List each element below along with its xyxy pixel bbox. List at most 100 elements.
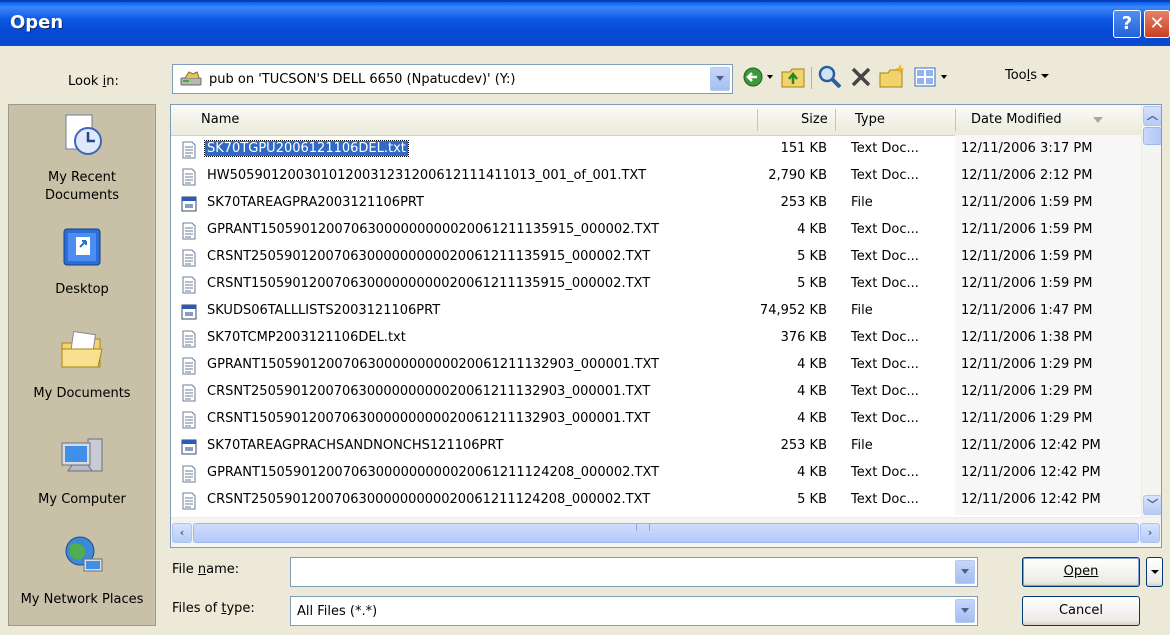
vertical-scroll-thumb[interactable] bbox=[1143, 127, 1161, 145]
column-divider[interactable] bbox=[757, 109, 758, 131]
file-row[interactable]: CRSNT15059012007063000000000020061211132… bbox=[171, 407, 1141, 433]
file-name-cell: SK70TAREAGPRACHSANDNONCHS121106PRT bbox=[207, 438, 504, 453]
close-button[interactable]: ✕ bbox=[1144, 10, 1170, 38]
file-name-cell: CRSNT15059012007063000000000020061211132… bbox=[207, 411, 651, 426]
back-icon[interactable] bbox=[742, 62, 776, 92]
file-type-cell: Text Doc... bbox=[851, 276, 919, 291]
column-size[interactable]: Size bbox=[801, 112, 828, 127]
delete-icon[interactable] bbox=[848, 62, 874, 92]
file-size-cell: 253 KB bbox=[780, 438, 827, 453]
place-my-computer[interactable]: My Computer bbox=[9, 433, 155, 509]
file-date-cell: 12/11/2006 1:59 PM bbox=[961, 222, 1093, 237]
scroll-up-button[interactable]: ︿ bbox=[1143, 106, 1161, 126]
file-row[interactable]: SK70TAREAGPRA2003121106PRT 253 KB File 12/1… bbox=[171, 191, 1141, 217]
open-options-button[interactable] bbox=[1146, 557, 1163, 587]
file-row[interactable]: CRSNT25059012007063000000000020061211132… bbox=[171, 380, 1141, 406]
chevron-left-icon: ‹ bbox=[179, 526, 185, 539]
file-row[interactable]: SK70TAREAGPRACHSANDNONCHS121106PRT 253 KB… bbox=[171, 434, 1141, 460]
title-bar[interactable]: Open ? ✕ bbox=[0, 0, 1170, 46]
file-type-cell: Text Doc... bbox=[851, 222, 919, 237]
file-row[interactable]: CRSNT25059012007063000000000020061211124… bbox=[171, 488, 1141, 514]
tools-menu[interactable]: Tools bbox=[1005, 68, 1050, 83]
place-my-network-places[interactable]: My Network Places bbox=[9, 533, 155, 609]
file-size-cell: 4 KB bbox=[797, 222, 827, 237]
column-divider[interactable] bbox=[835, 109, 836, 131]
file-date-cell: 12/11/2006 1:47 PM bbox=[961, 303, 1093, 318]
look-in-label: Look in: bbox=[68, 74, 119, 89]
file-type-label: Files of type: bbox=[172, 601, 255, 616]
open-button[interactable]: Open bbox=[1022, 557, 1140, 587]
file-date-cell: 12/11/2006 1:38 PM bbox=[961, 330, 1093, 345]
look-in-dropdown-button[interactable] bbox=[710, 67, 730, 91]
column-date-modified[interactable]: Date Modified bbox=[971, 112, 1062, 127]
views-icon[interactable] bbox=[912, 62, 952, 92]
text-file-icon bbox=[182, 249, 196, 267]
file-name-cell: CRSNT15059012007063000000000020061211135… bbox=[207, 276, 651, 291]
file-type-cell: Text Doc... bbox=[851, 249, 919, 264]
file-row[interactable]: GPRANT1505901200706300000000002006121112… bbox=[171, 461, 1141, 487]
file-row[interactable]: SK70TCMP2003121106DEL.txt 376 KB Text Doc.… bbox=[171, 326, 1141, 352]
file-name-combobox[interactable] bbox=[290, 557, 978, 587]
horizontal-scrollbar[interactable]: ‹ › bbox=[171, 517, 1161, 547]
column-divider[interactable] bbox=[955, 109, 956, 131]
file-size-cell: 5 KB bbox=[797, 249, 827, 264]
file-row[interactable]: SKUDS06TALLLISTS2003121106PRT 74,952 KB Fi… bbox=[171, 299, 1141, 325]
file-row[interactable]: CRSNT25059012007063000000000020061211135… bbox=[171, 245, 1141, 271]
file-type-cell: Text Doc... bbox=[851, 465, 919, 480]
scroll-right-button[interactable]: › bbox=[1140, 523, 1160, 543]
scroll-left-button[interactable]: ‹ bbox=[172, 523, 192, 543]
place-label: Desktop bbox=[55, 282, 109, 297]
file-date-cell: 12/11/2006 3:17 PM bbox=[961, 141, 1093, 156]
file-name-label: File name: bbox=[172, 562, 240, 577]
file-size-cell: 4 KB bbox=[797, 384, 827, 399]
my-documents-icon bbox=[61, 331, 103, 368]
text-file-icon bbox=[182, 384, 196, 402]
column-type[interactable]: Type bbox=[855, 112, 885, 127]
file-date-cell: 12/11/2006 12:42 PM bbox=[961, 438, 1101, 453]
file-list[interactable]: Name Size Type Date Modified SK70TGPU200… bbox=[170, 104, 1162, 548]
file-name-cell: SK70TCMP2003121106DEL.txt bbox=[207, 330, 406, 345]
search-web-icon[interactable] bbox=[816, 62, 844, 92]
generic-file-icon bbox=[181, 439, 197, 455]
text-file-icon bbox=[182, 411, 196, 429]
new-folder-icon[interactable] bbox=[878, 62, 906, 92]
file-name-dropdown-button[interactable] bbox=[955, 560, 975, 584]
help-button[interactable]: ? bbox=[1113, 10, 1141, 38]
cancel-button[interactable]: Cancel bbox=[1022, 596, 1140, 626]
text-file-icon bbox=[182, 276, 196, 294]
scroll-down-button[interactable]: ﹀ bbox=[1143, 495, 1161, 515]
place-label: My Network Places bbox=[20, 592, 144, 607]
generic-file-icon bbox=[181, 304, 197, 320]
file-type-cell: File bbox=[851, 195, 873, 210]
file-row[interactable]: HW5059012003010120031231200612111411013_… bbox=[171, 164, 1141, 190]
look-in-combobox[interactable]: pub on 'TUCSON'S DELL 6650 (Npatucdev)' … bbox=[172, 64, 733, 94]
desktop-icon bbox=[63, 228, 101, 266]
place-my-documents[interactable]: My Documents bbox=[9, 327, 155, 403]
file-row[interactable]: SK70TGPU2006121106DEL.txt 151 KB Text Doc.… bbox=[171, 137, 1141, 163]
recent-documents-icon bbox=[65, 114, 102, 155]
file-date-cell: 12/11/2006 1:29 PM bbox=[961, 357, 1093, 372]
text-file-icon bbox=[182, 168, 196, 186]
file-size-cell: 5 KB bbox=[797, 276, 827, 291]
file-row[interactable]: GPRANT1505901200706300000000002006121113… bbox=[171, 218, 1141, 244]
file-row[interactable]: GPRANT1505901200706300000000002006121113… bbox=[171, 353, 1141, 379]
generic-file-icon bbox=[181, 196, 197, 212]
place-desktop[interactable]: Desktop bbox=[9, 223, 155, 299]
place-my-recent-documents[interactable]: My Recent Documents bbox=[9, 111, 155, 205]
scroll-grip-icon bbox=[636, 523, 650, 531]
horizontal-scroll-thumb[interactable] bbox=[193, 523, 1139, 543]
file-type-cell: File bbox=[851, 303, 873, 318]
vertical-scrollbar[interactable]: ︿ ﹀ bbox=[1141, 105, 1161, 517]
file-row[interactable]: CRSNT15059012007063000000000020061211135… bbox=[171, 272, 1141, 298]
file-size-cell: 151 KB bbox=[780, 141, 827, 156]
file-type-dropdown-button[interactable] bbox=[955, 599, 975, 623]
file-type-combobox[interactable]: All Files (*.*) bbox=[290, 596, 978, 626]
tools-label: Tools bbox=[1005, 68, 1038, 83]
column-name[interactable]: Name bbox=[201, 112, 239, 127]
my-computer-icon bbox=[61, 438, 103, 472]
text-file-icon bbox=[182, 222, 196, 240]
column-header: Name Size Type Date Modified bbox=[171, 105, 1141, 136]
file-name-cell: CRSNT25059012007063000000000020061211135… bbox=[207, 249, 651, 264]
file-date-cell: 12/11/2006 1:29 PM bbox=[961, 411, 1093, 426]
up-folder-icon[interactable] bbox=[780, 62, 806, 92]
